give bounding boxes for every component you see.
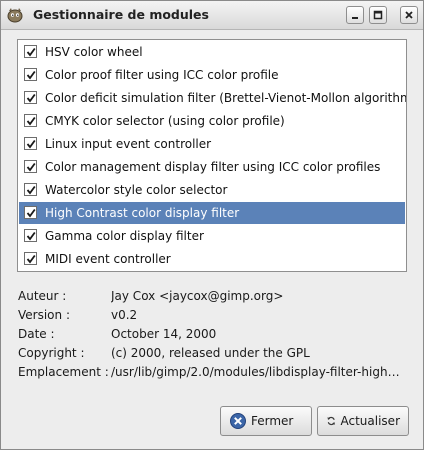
module-label: Color deficit simulation filter (Brettel… <box>45 91 407 105</box>
date-label: Date : <box>18 327 55 341</box>
author-value: Jay Cox <jaycox@gimp.org> <box>111 289 284 303</box>
module-checkbox[interactable] <box>24 252 37 265</box>
checkmark-icon <box>26 254 36 264</box>
module-label: Color management display filter using IC… <box>45 160 381 174</box>
module-row[interactable]: Color deficit simulation filter (Brettel… <box>19 87 407 109</box>
close-circle-icon <box>230 413 246 429</box>
gimp-icon[interactable] <box>6 6 24 24</box>
module-row[interactable]: Gamma color display filter <box>19 225 405 247</box>
close-window-button[interactable] <box>400 6 418 24</box>
module-label: Gamma color display filter <box>45 229 204 243</box>
close-icon <box>405 11 413 19</box>
checkmark-icon <box>26 185 36 195</box>
version-value: v0.2 <box>111 308 138 322</box>
module-label: Color proof filter using ICC color profi… <box>45 68 279 82</box>
module-row[interactable]: Color management display filter using IC… <box>19 156 405 178</box>
module-row[interactable]: Linux input event controller <box>19 133 405 155</box>
checkmark-icon <box>26 47 36 57</box>
module-row[interactable]: Watercolor style color selector <box>19 179 405 201</box>
module-manager-window: Gestionnaire de modules HSV color wheel <box>0 0 424 450</box>
module-row[interactable]: MIDI event controller <box>19 248 405 270</box>
module-label: Linux input event controller <box>45 137 212 151</box>
module-row[interactable]: HSV color wheel <box>19 41 405 63</box>
module-checkbox[interactable] <box>24 206 37 219</box>
module-checkbox[interactable] <box>24 114 37 127</box>
module-checkbox[interactable] <box>24 229 37 242</box>
module-checkbox[interactable] <box>24 137 37 150</box>
copyright-label: Copyright : <box>18 346 85 360</box>
module-checkbox[interactable] <box>24 91 37 104</box>
module-row[interactable]: CMYK color selector (using color profile… <box>19 110 405 132</box>
copyright-value: (c) 2000, released under the GPL <box>111 346 310 360</box>
refresh-button-label: Actualiser <box>340 414 401 428</box>
checkmark-icon <box>26 116 36 126</box>
title-bar[interactable]: Gestionnaire de modules <box>1 1 423 30</box>
date-value: October 14, 2000 <box>111 327 217 341</box>
module-checkbox[interactable] <box>24 183 37 196</box>
checkmark-icon <box>26 162 36 172</box>
module-label: Watercolor style color selector <box>45 183 228 197</box>
close-button-label: Fermer <box>251 414 294 428</box>
checkmark-icon <box>26 139 36 149</box>
location-label: Emplacement : <box>18 365 109 379</box>
checkmark-icon <box>26 208 36 218</box>
version-label: Version : <box>18 308 70 322</box>
module-label: High Contrast color display filter <box>45 206 240 220</box>
close-button[interactable]: Fermer <box>220 406 312 436</box>
checkmark-icon <box>26 231 36 241</box>
module-checkbox[interactable] <box>24 45 37 58</box>
checkmark-icon <box>26 70 36 80</box>
refresh-button[interactable]: Actualiser <box>317 406 409 436</box>
refresh-icon <box>327 416 336 426</box>
minimize-icon <box>352 17 358 19</box>
maximize-button[interactable] <box>369 6 387 24</box>
maximize-icon <box>373 10 383 20</box>
author-label: Auteur : <box>18 289 67 303</box>
window-title: Gestionnaire de modules <box>33 7 209 22</box>
module-checkbox[interactable] <box>24 68 37 81</box>
module-label: MIDI event controller <box>45 252 171 266</box>
module-label: CMYK color selector (using color profile… <box>45 114 285 128</box>
module-checkbox[interactable] <box>24 160 37 173</box>
location-value: /usr/lib/gimp/2.0/modules/libdisplay-fil… <box>111 365 401 379</box>
minimize-button[interactable] <box>346 6 364 24</box>
module-list[interactable]: HSV color wheel Color proof filter using… <box>17 39 407 272</box>
module-row[interactable]: Color proof filter using ICC color profi… <box>19 64 405 86</box>
checkmark-icon <box>26 93 36 103</box>
module-row-selected[interactable]: High Contrast color display filter <box>19 202 405 224</box>
module-label: HSV color wheel <box>45 45 143 59</box>
